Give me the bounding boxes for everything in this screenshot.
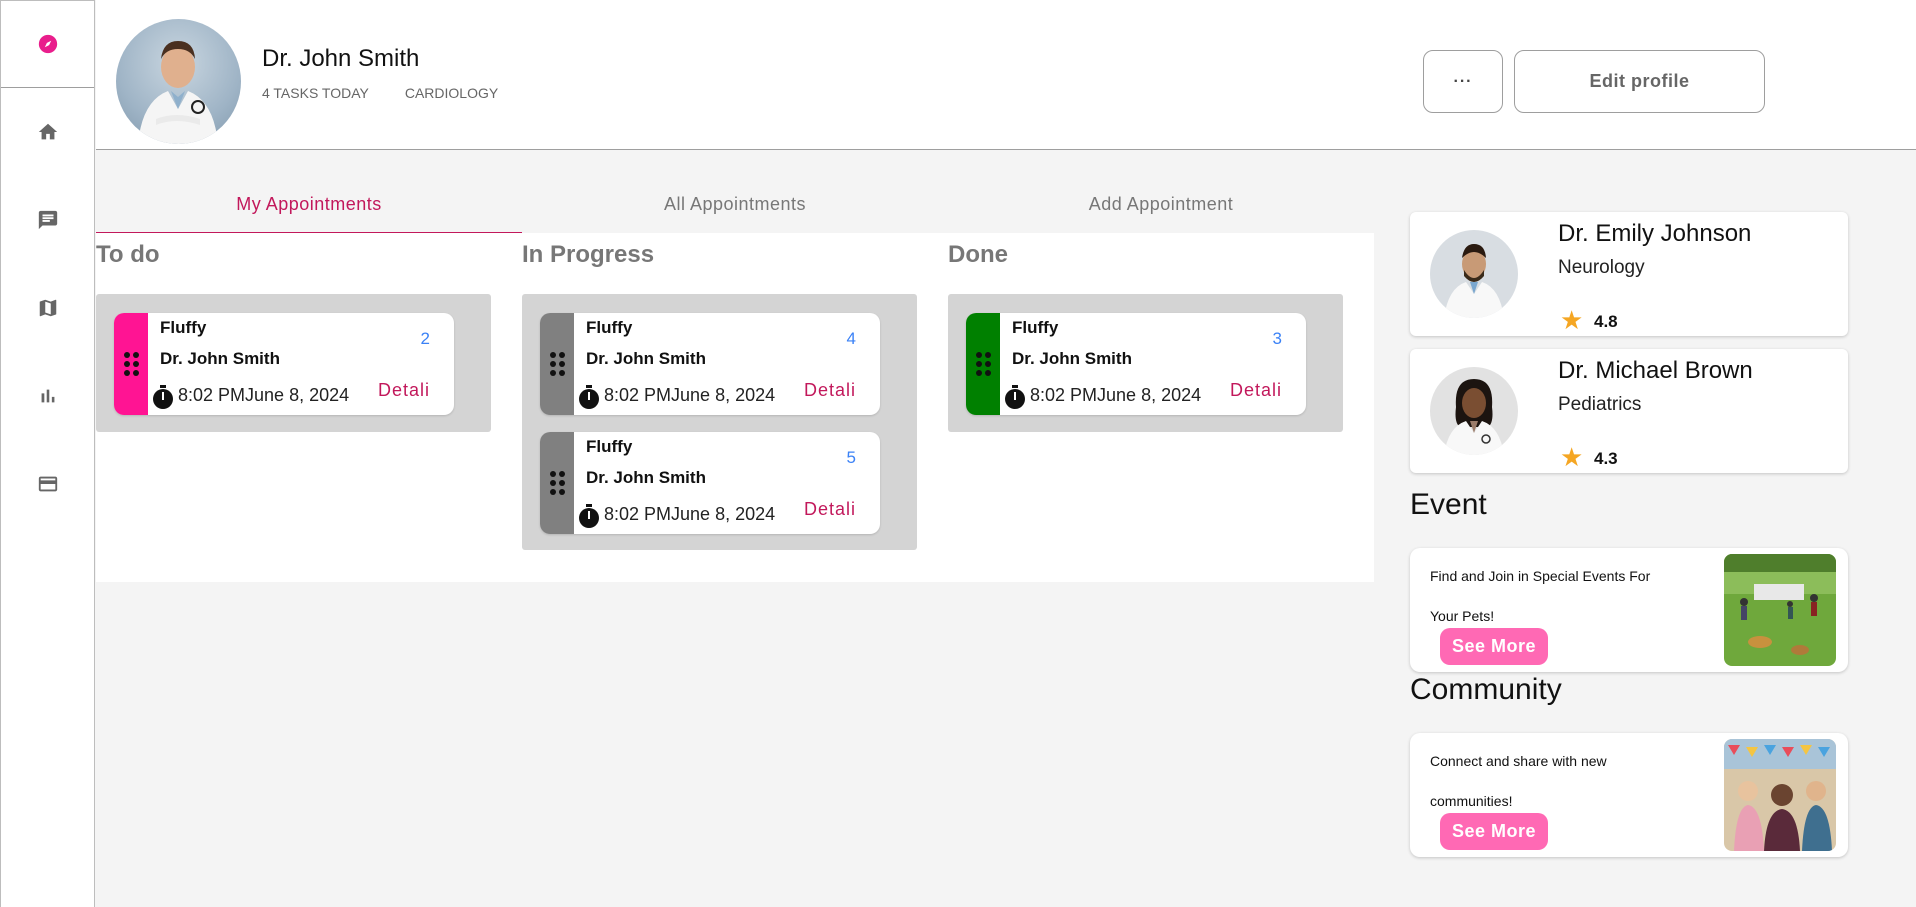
timer-icon xyxy=(1005,385,1025,409)
doctor-name: Dr. John Smith xyxy=(160,349,280,368)
home-icon xyxy=(38,123,57,140)
edit-profile-button[interactable]: Edit profile xyxy=(1514,50,1765,113)
timer-icon xyxy=(153,385,173,409)
avatar xyxy=(116,19,241,144)
doctor-name: Dr. John Smith xyxy=(586,468,706,487)
pet-name: Fluffy xyxy=(1012,318,1059,337)
column-title-done: Done xyxy=(948,241,1008,268)
appointment-number: 5 xyxy=(846,448,856,467)
appointment-card[interactable]: Fluffy Dr. John Smith 3 8:02 PMJune 8, 2… xyxy=(966,313,1306,415)
page-title: Dr. John Smith xyxy=(262,45,420,72)
doctor-name: Dr. John Smith xyxy=(586,349,706,368)
credit-card-icon xyxy=(38,476,57,492)
doctor-rating: 4.8 xyxy=(1594,312,1618,331)
more-icon: ··· xyxy=(1453,72,1473,90)
appointment-card[interactable]: Fluffy Dr. John Smith 4 8:02 PMJune 8, 2… xyxy=(540,313,880,415)
doctor-name: Dr. Emily Johnson xyxy=(1558,220,1752,247)
sidebar-item-payments[interactable] xyxy=(1,440,94,528)
sidebar-item-map[interactable] xyxy=(1,264,94,352)
compass-icon xyxy=(38,34,57,54)
pet-name: Fluffy xyxy=(586,437,633,456)
drag-handle[interactable] xyxy=(540,313,574,415)
drag-handle[interactable] xyxy=(114,313,148,415)
appointment-card[interactable]: Fluffy Dr. John Smith 2 8:02 PMJune 8, 2… xyxy=(114,313,454,415)
bar-chart-icon xyxy=(41,389,54,403)
sidebar-item-stats[interactable] xyxy=(1,352,94,440)
timer-icon xyxy=(579,504,599,528)
appointment-time: 8:02 PMJune 8, 2024 xyxy=(604,504,776,524)
appointment-number: 2 xyxy=(420,329,430,348)
tab-add-appointment[interactable]: Add Appointment xyxy=(948,180,1374,234)
appointment-time: 8:02 PMJune 8, 2024 xyxy=(1030,385,1202,405)
doctor-card[interactable]: Dr. Emily Johnson Neurology ★ 4.8 xyxy=(1410,212,1848,336)
appointment-number: 3 xyxy=(1272,329,1282,348)
doctor-name: Dr. John Smith xyxy=(1012,349,1132,368)
community-section-title: Community xyxy=(1410,673,1562,706)
drag-dots-icon xyxy=(123,352,139,376)
sidebar-item-explore[interactable] xyxy=(1,0,94,88)
event-image xyxy=(1724,554,1836,666)
column-title-in-progress: In Progress xyxy=(522,241,655,268)
doctor-avatar xyxy=(1430,230,1518,318)
column-todo: Fluffy Dr. John Smith 2 8:02 PMJune 8, 2… xyxy=(96,294,491,432)
tasks-today-label: 4 TASKS TODAY xyxy=(262,85,369,101)
drag-dots-icon xyxy=(549,471,565,495)
event-section-title: Event xyxy=(1410,488,1487,521)
drag-dots-icon xyxy=(549,352,565,376)
drag-dots-icon xyxy=(975,352,991,376)
drag-handle[interactable] xyxy=(966,313,1000,415)
sidebar xyxy=(0,0,95,907)
appointment-time: 8:02 PMJune 8, 2024 xyxy=(604,385,776,405)
profile-meta: 4 TASKS TODAY CARDIOLOGY xyxy=(262,85,498,101)
appointment-number: 4 xyxy=(846,329,856,348)
detail-link[interactable]: Detali xyxy=(804,380,856,401)
event-card: Find and Join in Special Events For Your… xyxy=(1410,548,1848,672)
star-icon: ★ xyxy=(1560,442,1584,472)
column-done: Fluffy Dr. John Smith 3 8:02 PMJune 8, 2… xyxy=(948,294,1343,432)
sidebar-item-home[interactable] xyxy=(1,88,94,176)
community-see-more-button[interactable]: See More xyxy=(1440,813,1548,850)
pet-name: Fluffy xyxy=(586,318,633,337)
sidebar-item-messages[interactable] xyxy=(1,176,94,264)
appointment-tabs: My Appointments All Appointments Add App… xyxy=(96,180,1374,234)
map-icon xyxy=(39,299,56,317)
detail-link[interactable]: Detali xyxy=(378,380,430,401)
appointment-card[interactable]: Fluffy Dr. John Smith 5 8:02 PMJune 8, 2… xyxy=(540,432,880,534)
detail-link[interactable]: Detali xyxy=(804,499,856,520)
community-card: Connect and share with new communities! … xyxy=(1410,733,1848,857)
doctor-specialty: Pediatrics xyxy=(1558,394,1642,415)
detail-link[interactable]: Detali xyxy=(1230,380,1282,401)
doctor-rating: 4.3 xyxy=(1594,449,1618,468)
drag-handle[interactable] xyxy=(540,432,574,534)
timer-icon xyxy=(579,385,599,409)
profile-header: Dr. John Smith 4 TASKS TODAY CARDIOLOGY … xyxy=(96,0,1916,150)
tab-my-appointments[interactable]: My Appointments xyxy=(96,180,522,234)
pet-name: Fluffy xyxy=(160,318,207,337)
column-in-progress: Fluffy Dr. John Smith 4 8:02 PMJune 8, 2… xyxy=(522,294,917,550)
doctor-card[interactable]: Dr. Michael Brown Pediatrics ★ 4.3 xyxy=(1410,349,1848,473)
kanban-board: To do Fluffy Dr. John Smith 2 8:02 PMJun… xyxy=(96,233,1374,582)
doctor-specialty: Neurology xyxy=(1558,257,1645,278)
community-image xyxy=(1724,739,1836,851)
star-icon: ★ xyxy=(1560,305,1584,335)
more-options-button[interactable]: ··· xyxy=(1423,50,1503,113)
column-title-todo: To do xyxy=(96,241,160,268)
doctor-avatar xyxy=(1430,367,1518,455)
department-label: CARDIOLOGY xyxy=(404,85,499,101)
event-see-more-button[interactable]: See More xyxy=(1440,628,1548,665)
tab-all-appointments[interactable]: All Appointments xyxy=(522,180,948,234)
event-description: Find and Join in Special Events For Your… xyxy=(1430,568,1651,624)
appointment-time: 8:02 PMJune 8, 2024 xyxy=(178,385,350,405)
community-description: Connect and share with new communities! xyxy=(1430,753,1607,809)
doctor-name: Dr. Michael Brown xyxy=(1558,357,1753,384)
chat-icon xyxy=(38,210,57,230)
